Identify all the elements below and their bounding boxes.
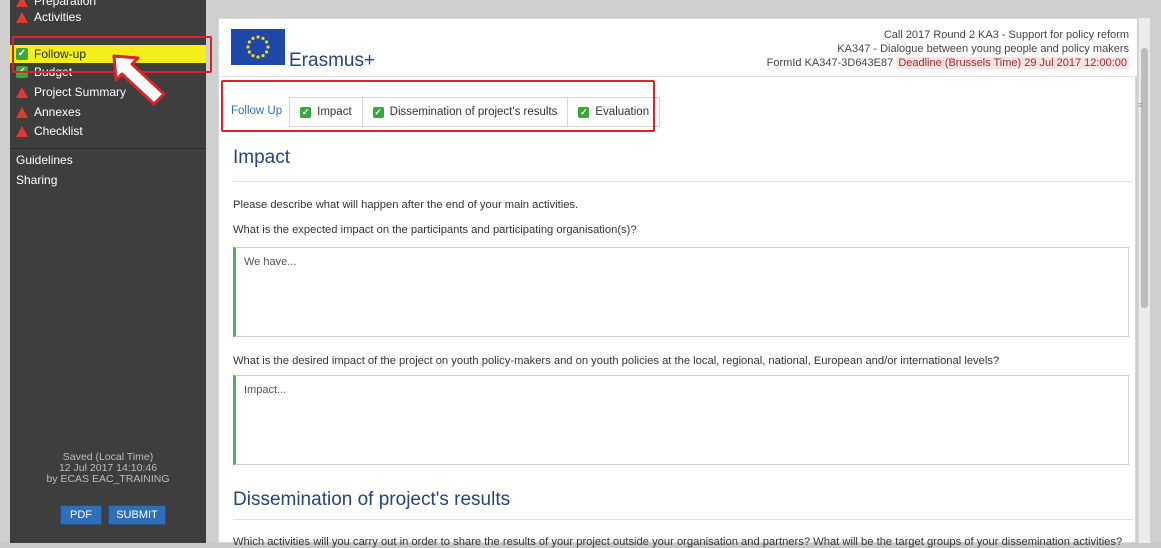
deadline-badge: Deadline (Brussels Time) 29 Jul 2017 12:… [896, 57, 1129, 69]
warning-icon [16, 0, 28, 7]
sidebar-item-label: Activities [34, 10, 82, 24]
impact-heading: Impact [233, 147, 291, 168]
dissemination-heading: Dissemination of project's results [233, 489, 511, 510]
form-id: FormId KA347-3D643E87 [766, 57, 894, 69]
sidebar-link-guidelines[interactable]: Guidelines [16, 153, 73, 167]
sidebar-divider [10, 148, 206, 149]
pdf-button[interactable]: PDF [60, 505, 102, 525]
call-line: Call 2017 Round 2 KA3 - Support for poli… [883, 29, 1129, 41]
sidebar-item-label: Annexes [34, 105, 81, 119]
sidebar-item-activities[interactable]: Activities [16, 8, 81, 26]
sidebar-item-label: Checklist [34, 124, 83, 138]
annotation-highlight-box [221, 80, 655, 132]
sidebar-item-label: Preparation [34, 0, 97, 8]
impact-question-2: What is the desired impact of the projec… [233, 355, 1000, 367]
sidebar-item-annexes[interactable]: Annexes [16, 103, 81, 121]
impact-question-1: What is the expected impact on the parti… [233, 224, 637, 236]
dissemination-question-1: Which activities will you carry out in o… [233, 536, 1123, 548]
sidebar-item-checklist[interactable]: Checklist [16, 122, 83, 140]
brand-title: Erasmus+ [289, 50, 376, 71]
resize-grip-icon[interactable]: ≡ [1138, 100, 1143, 110]
application-window: Preparation Activities ✓ Follow-up ✓ Bud… [0, 0, 1161, 548]
page-header: Erasmus+ Call 2017 Round 2 KA3 - Support… [219, 19, 1137, 77]
submit-button[interactable]: SUBMIT [108, 505, 166, 525]
saved-status: Saved (Local Time) 12 Jul 2017 14:10:46 … [10, 452, 206, 485]
warning-icon [16, 106, 28, 118]
action-line: KA347 - Dialogue between young people an… [837, 43, 1129, 55]
heading-divider [233, 181, 1133, 182]
warning-icon [16, 86, 28, 98]
saved-user: by ECAS EAC_TRAINING [46, 473, 170, 485]
pointer-arrow-icon [112, 54, 166, 106]
eu-flag-logo [231, 29, 285, 65]
call-info: Call 2017 Round 2 KA3 - Support for poli… [767, 28, 1129, 70]
scrollbar-thumb[interactable] [1141, 48, 1148, 308]
impact-answer-1-field[interactable]: We have... [233, 247, 1129, 337]
sidebar-link-sharing[interactable]: Sharing [16, 173, 57, 187]
warning-icon [16, 125, 28, 137]
heading-divider [233, 519, 1133, 520]
impact-answer-2-field[interactable]: Impact... [233, 375, 1129, 465]
vertical-scrollbar[interactable] [1138, 18, 1150, 543]
impact-intro: Please describe what will happen after t… [233, 199, 579, 211]
warning-icon [16, 11, 28, 23]
